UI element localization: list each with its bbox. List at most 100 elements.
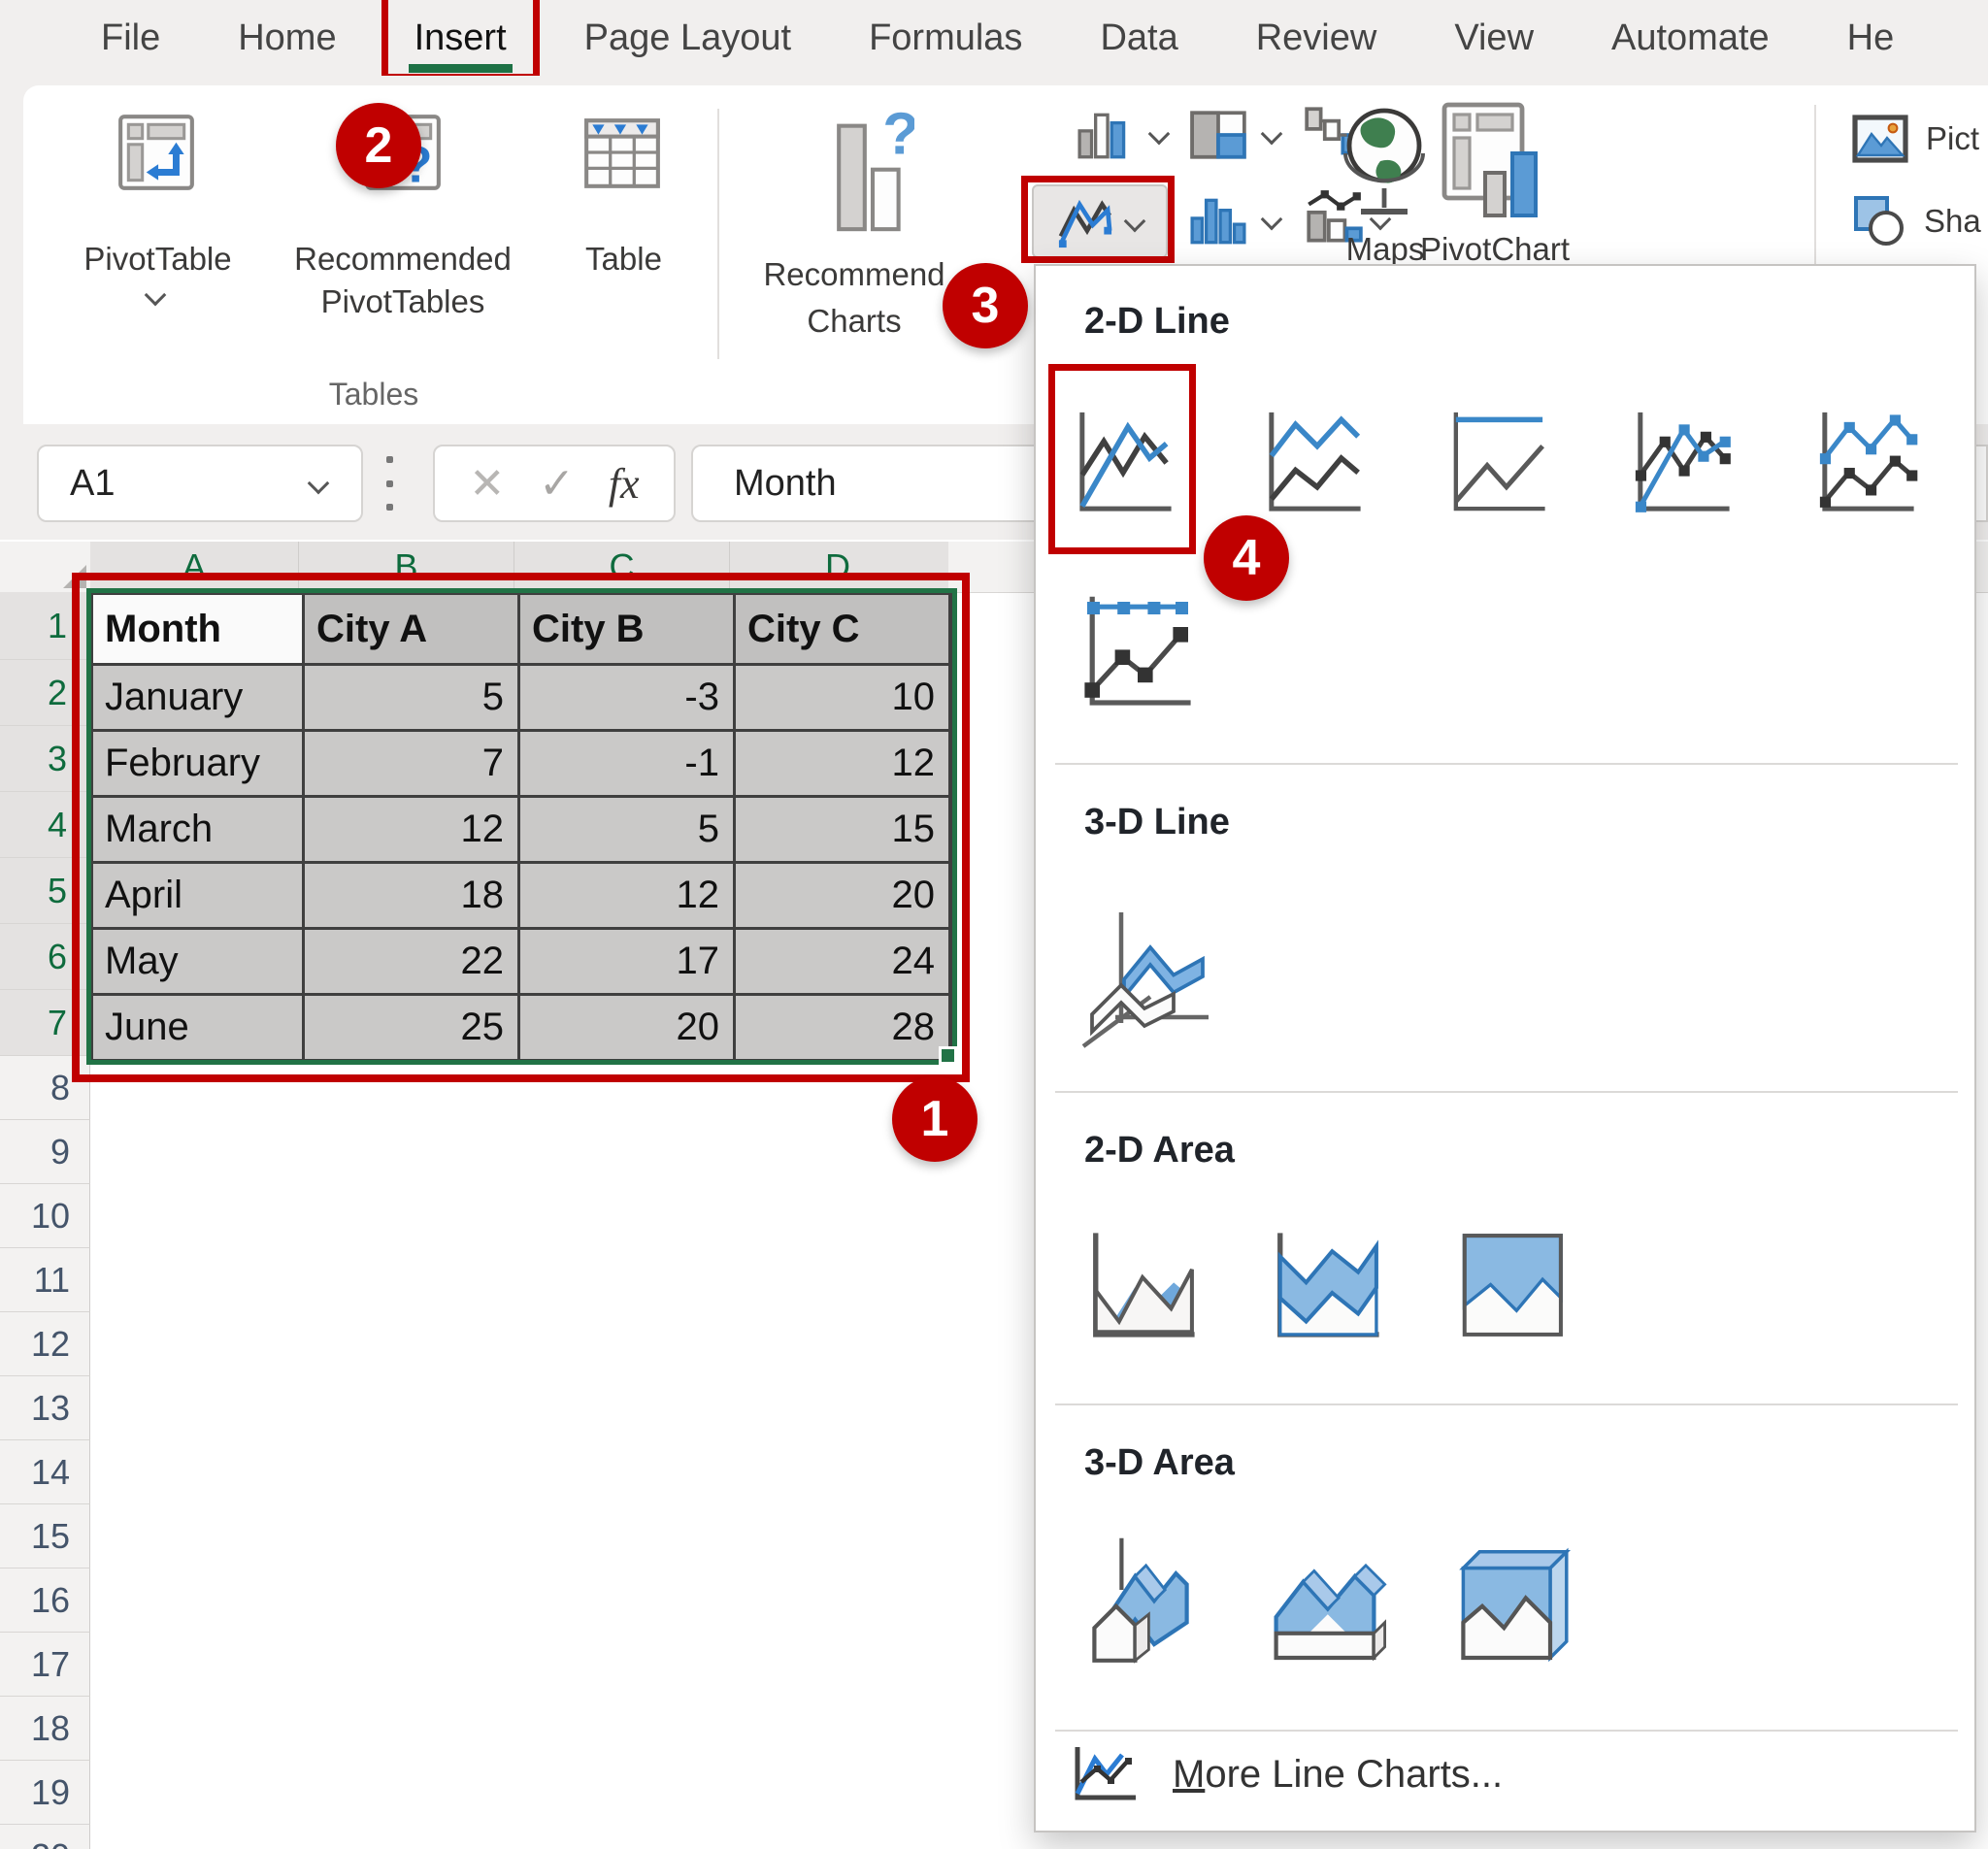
- pictures-button[interactable]: Pict: [1852, 115, 1979, 163]
- column-header-b[interactable]: B: [299, 542, 514, 592]
- cell-c3[interactable]: -1: [520, 732, 733, 795]
- column-header-a[interactable]: A: [90, 542, 299, 592]
- row-header-3[interactable]: 3: [0, 726, 90, 792]
- row-header-6[interactable]: 6: [0, 924, 90, 990]
- shapes-button[interactable]: Sha: [1852, 194, 1981, 248]
- recommended-charts-button[interactable]: ?: [831, 109, 914, 259]
- row-header-9[interactable]: 9: [0, 1120, 90, 1184]
- cell-d4[interactable]: 15: [736, 798, 948, 861]
- menu-item-stacked-area[interactable]: [1254, 1198, 1400, 1372]
- cell-a6[interactable]: May: [93, 930, 302, 993]
- menu-item-3d-line[interactable]: [1065, 892, 1230, 1067]
- row-header-15[interactable]: 15: [0, 1504, 90, 1568]
- cell-b7[interactable]: 25: [305, 996, 517, 1059]
- cell-a2[interactable]: January: [93, 666, 302, 729]
- column-header-c[interactable]: C: [514, 542, 730, 592]
- row-header-20[interactable]: 20: [0, 1825, 90, 1849]
- pivotchart-button[interactable]: [1439, 99, 1545, 230]
- cell-b3[interactable]: 7: [305, 732, 517, 795]
- row-header-19[interactable]: 19: [0, 1761, 90, 1825]
- cell-a5[interactable]: April: [93, 864, 302, 927]
- selection-fill-handle[interactable]: [939, 1046, 957, 1065]
- cell-b1[interactable]: City A: [305, 595, 517, 663]
- line-chart-dropdown-chevron[interactable]: [1124, 211, 1146, 233]
- tab-help[interactable]: He: [1847, 17, 1895, 59]
- column-chart-dropdown-chevron[interactable]: [1151, 126, 1167, 147]
- insert-function-icon[interactable]: fx: [609, 459, 640, 509]
- cancel-icon[interactable]: ✕: [469, 459, 505, 509]
- row-header-12[interactable]: 12: [0, 1312, 90, 1376]
- row-header-16[interactable]: 16: [0, 1568, 90, 1633]
- row-header-1[interactable]: 1: [0, 592, 90, 660]
- row-header-7[interactable]: 7: [0, 990, 90, 1056]
- tab-data[interactable]: Data: [1100, 17, 1177, 59]
- row-header-4[interactable]: 4: [0, 792, 90, 858]
- cell-a7[interactable]: June: [93, 996, 302, 1059]
- menu-item-3d-area[interactable]: [1063, 1513, 1218, 1693]
- maps-button[interactable]: [1338, 99, 1431, 236]
- cell-d2[interactable]: 10: [736, 666, 948, 729]
- menu-item-line[interactable]: [1050, 368, 1196, 558]
- tab-review[interactable]: Review: [1256, 17, 1377, 59]
- cell-b5[interactable]: 18: [305, 864, 517, 927]
- cell-d5[interactable]: 20: [736, 864, 948, 927]
- row-header-5[interactable]: 5: [0, 858, 90, 924]
- row-header-11[interactable]: 11: [0, 1248, 90, 1312]
- row-header-8[interactable]: 8: [0, 1056, 90, 1120]
- insert-line-chart-button[interactable]: [1032, 184, 1168, 258]
- cell-c1[interactable]: City B: [520, 595, 733, 663]
- row-header-2[interactable]: 2: [0, 660, 90, 726]
- tab-formulas[interactable]: Formulas: [869, 17, 1022, 59]
- insert-statistic-chart-button[interactable]: [1188, 190, 1248, 255]
- menu-item-100-stacked-3d-area[interactable]: [1432, 1513, 1587, 1693]
- cell-a1[interactable]: Month: [93, 595, 302, 663]
- column-header-d[interactable]: D: [730, 542, 945, 592]
- cell-b4[interactable]: 12: [305, 798, 517, 861]
- cell-c7[interactable]: 20: [520, 996, 733, 1059]
- cell-c4[interactable]: 5: [520, 798, 733, 861]
- row-header-10[interactable]: 10: [0, 1184, 90, 1248]
- insert-column-chart-button[interactable]: [1076, 105, 1136, 170]
- statistic-chart-dropdown-chevron[interactable]: [1264, 212, 1279, 232]
- menu-item-100-stacked-line[interactable]: [1424, 368, 1570, 558]
- enter-icon[interactable]: ✓: [539, 459, 575, 509]
- svg-text:?: ?: [882, 109, 914, 167]
- menu-item-100-stacked-line-with-markers[interactable]: [1065, 575, 1210, 730]
- pivottable-button[interactable]: [115, 111, 198, 199]
- cell-d3[interactable]: 12: [736, 732, 948, 795]
- insert-hierarchy-chart-button[interactable]: [1188, 105, 1248, 170]
- row-header-18[interactable]: 18: [0, 1697, 90, 1761]
- cell-b2[interactable]: 5: [305, 666, 517, 729]
- formula-bar-splitter[interactable]: [386, 456, 394, 511]
- tab-file[interactable]: File: [101, 17, 160, 59]
- menu-item-stacked-3d-area[interactable]: [1247, 1513, 1403, 1693]
- name-box-chevron[interactable]: [308, 473, 330, 495]
- select-all-corner[interactable]: [0, 542, 91, 592]
- row-header-13[interactable]: 13: [0, 1376, 90, 1440]
- name-box[interactable]: A1: [37, 445, 363, 522]
- table-button[interactable]: [580, 111, 664, 199]
- tab-insert[interactable]: Insert: [414, 17, 507, 59]
- cell-d6[interactable]: 24: [736, 930, 948, 993]
- cell-c5[interactable]: 12: [520, 864, 733, 927]
- cell-d1[interactable]: City C: [736, 595, 948, 663]
- pivottable-dropdown-chevron[interactable]: [148, 287, 163, 308]
- hierarchy-chart-dropdown-chevron[interactable]: [1264, 126, 1279, 147]
- menu-item-100-stacked-area[interactable]: [1439, 1198, 1584, 1372]
- cell-d7[interactable]: 28: [736, 996, 948, 1059]
- tab-view[interactable]: View: [1454, 17, 1534, 59]
- tab-page-layout[interactable]: Page Layout: [584, 17, 791, 59]
- row-header-17[interactable]: 17: [0, 1633, 90, 1697]
- menu-item-area[interactable]: [1070, 1198, 1215, 1372]
- cell-a3[interactable]: February: [93, 732, 302, 795]
- tab-automate[interactable]: Automate: [1611, 17, 1770, 59]
- cell-b6[interactable]: 22: [305, 930, 517, 993]
- cell-c2[interactable]: -3: [520, 666, 733, 729]
- menu-item-line-with-markers[interactable]: [1608, 368, 1754, 558]
- row-header-14[interactable]: 14: [0, 1440, 90, 1504]
- tab-home[interactable]: Home: [238, 17, 336, 59]
- cell-a4[interactable]: March: [93, 798, 302, 861]
- more-line-charts-item[interactable]: More Line Charts...: [1070, 1743, 1503, 1805]
- cell-c6[interactable]: 17: [520, 930, 733, 993]
- menu-item-stacked-line-with-markers[interactable]: [1793, 368, 1938, 558]
